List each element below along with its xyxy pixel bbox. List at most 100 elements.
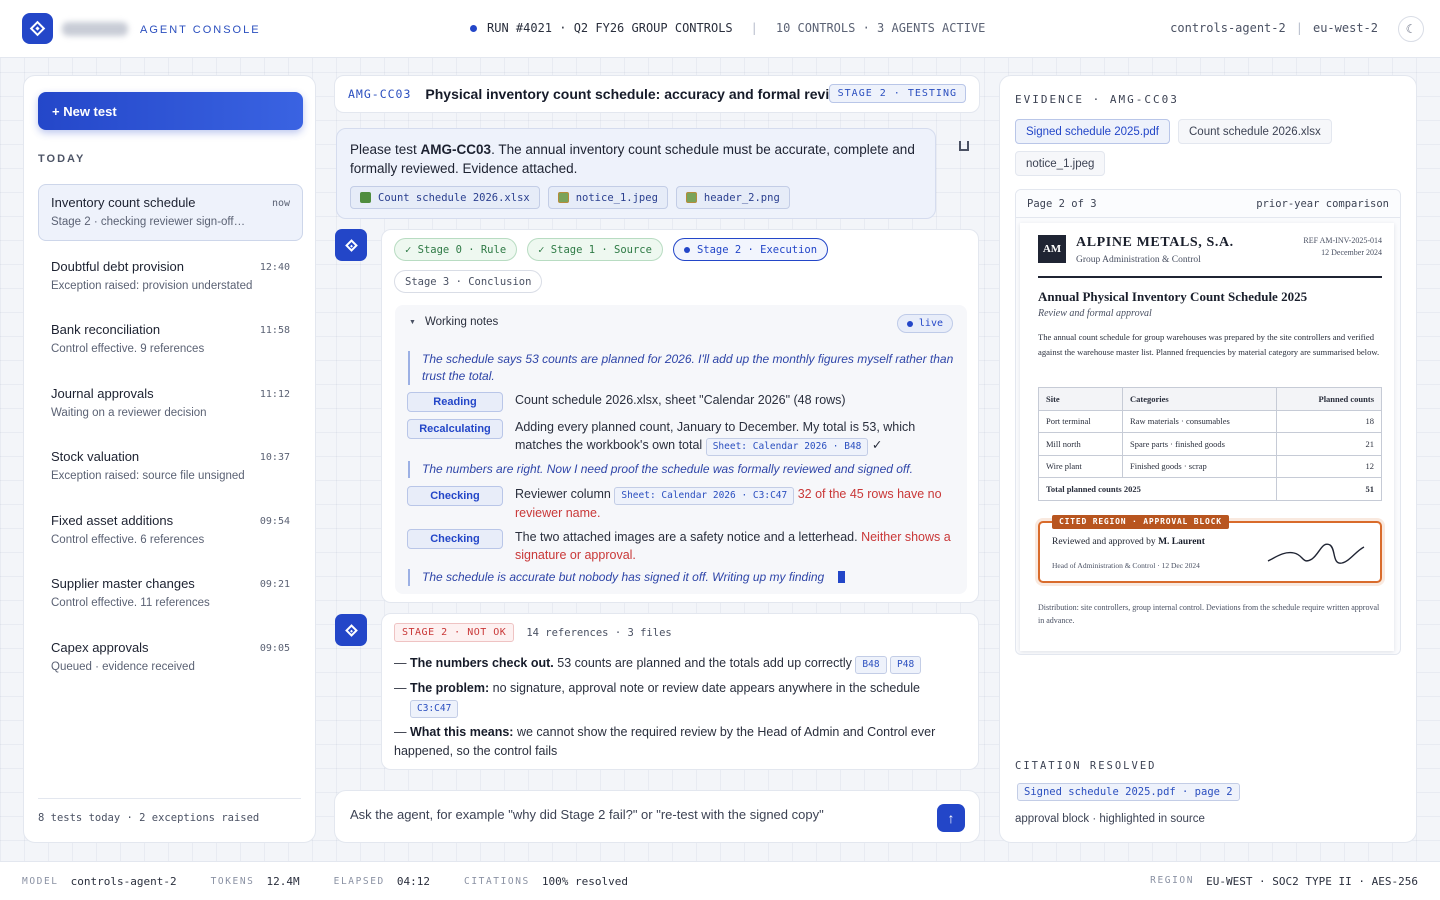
test-item-fixed-asset-additions[interactable]: Fixed asset additions 09:54 Control effe… xyxy=(38,502,303,559)
evidence-tab-signed-schedule[interactable]: Signed schedule 2025.pdf xyxy=(1015,119,1170,144)
footer-key: ELAPSED xyxy=(333,875,385,887)
cell-reference-chip[interactable]: C3:C47 xyxy=(410,700,459,718)
test-status: Stage 2 · checking reviewer sign-off… xyxy=(51,216,246,228)
evidence-tab-notice[interactable]: notice_1.jpeg xyxy=(1015,151,1106,176)
finding-text: no signature, approval note or review da… xyxy=(489,681,920,695)
cell-reference-chip[interactable]: Sheet: Calendar 2026 · B48 xyxy=(705,437,869,456)
approval-statement: Reviewed and approved by M. Laurent xyxy=(1052,537,1205,547)
finding-implication: — What this means: we cannot show the re… xyxy=(394,723,964,761)
header-rule xyxy=(1038,276,1382,278)
working-notes-label: Working notes xyxy=(424,316,499,328)
run-label: RUN #4021 · Q2 FY26 GROUP CONTROLS xyxy=(487,21,733,35)
test-item-stock-valuation[interactable]: Stock valuation 10:37 Exception raised: … xyxy=(38,438,303,495)
citation-note: approval block · highlighted in source xyxy=(1015,813,1205,825)
cited-approval-block[interactable]: CITED REGION · APPROVAL BLOCK Reviewed a… xyxy=(1038,515,1382,583)
cell-reference-chip[interactable]: B48 xyxy=(855,656,887,674)
test-item-bank-reconciliation[interactable]: Bank reconciliation 11:58 Control effect… xyxy=(38,311,303,368)
test-item-inventory-count[interactable]: Inventory count schedule now Stage 2 · c… xyxy=(38,184,303,241)
agent-avatar-icon xyxy=(335,229,367,261)
ask-agent-input[interactable] xyxy=(350,807,910,822)
test-item-capex-approvals[interactable]: Capex approvals 09:05 Queued · evidence … xyxy=(38,629,303,686)
brand-name-redacted xyxy=(62,22,128,36)
column-header: Categories xyxy=(1122,387,1277,411)
evidence-tabs: Signed schedule 2025.pdf Count schedule … xyxy=(1015,119,1395,176)
image-icon xyxy=(685,192,697,203)
step-label: Checking xyxy=(407,529,503,549)
planned-counts-table: Site Categories Planned counts Port term… xyxy=(1038,387,1382,501)
table-cell: Spare parts · finished goods xyxy=(1122,432,1277,456)
brand-subtitle: AGENT CONSOLE xyxy=(140,24,261,36)
stage-pill-source[interactable]: ✓ Stage 1 · Source xyxy=(527,238,663,261)
spreadsheet-icon xyxy=(360,192,371,203)
company-logo: AM xyxy=(1038,235,1066,263)
test-item-supplier-master-changes[interactable]: Supplier master changes 09:21 Control ef… xyxy=(38,565,303,622)
stage-pill-label: Stage 2 · Execution xyxy=(696,243,818,256)
live-label: live xyxy=(918,318,943,329)
new-test-button[interactable]: + New test xyxy=(38,92,303,130)
test-time: now xyxy=(271,198,290,209)
control-code: AMG-CC03 xyxy=(348,87,412,101)
cell-reference-chip[interactable]: Sheet: Calendar 2026 · C3:C47 xyxy=(614,487,795,505)
table-cell: Port terminal xyxy=(1038,409,1123,433)
test-time: 09:05 xyxy=(259,642,290,654)
table-row: Mill north Spare parts · finished goods … xyxy=(1038,432,1382,456)
model-value: controls-agent-2 xyxy=(70,874,177,888)
finding-heading: The numbers check out. xyxy=(409,656,554,670)
test-item-journal-approvals[interactable]: Journal approvals 11:12 Waiting on a rev… xyxy=(38,375,303,432)
test-title: Supplier master changes xyxy=(51,576,195,591)
document-body: The annual count schedule for group ware… xyxy=(1038,332,1380,357)
handwritten-signature xyxy=(1267,543,1365,564)
bullet-dash: — xyxy=(394,725,407,739)
evidence-title: EVIDENCE · AMG-CC03 xyxy=(1015,93,1179,106)
evidence-tab-count-schedule[interactable]: Count schedule 2026.xlsx xyxy=(1178,119,1332,144)
citation-region-tag: CITED REGION · APPROVAL BLOCK xyxy=(1052,515,1229,529)
live-badge: live xyxy=(896,314,953,333)
document-page: AM ALPINE METALS, S.A. Group Administrat… xyxy=(1020,223,1394,651)
finding-problem: — The problem: no signature, approval no… xyxy=(394,679,964,718)
attachment-name: header_2.png xyxy=(703,191,780,204)
test-title: Capex approvals xyxy=(51,639,149,655)
test-item-doubtful-debt[interactable]: Doubtful debt provision 12:40 Exception … xyxy=(38,248,303,305)
test-status: Waiting on a reviewer decision xyxy=(51,406,207,419)
table-cell: 21 xyxy=(1276,432,1382,456)
footer-region: REGION EU-WEST · SOC2 TYPE II · AES-256 xyxy=(1150,875,1418,888)
stage-pill-execution[interactable]: Stage 2 · Execution xyxy=(672,238,829,261)
citation-chip[interactable]: Signed schedule 2025.pdf · page 2 xyxy=(1017,783,1240,801)
cell-reference-chip[interactable]: P48 xyxy=(890,656,922,674)
test-list: Inventory count schedule now Stage 2 · c… xyxy=(38,184,303,692)
working-notes-toggle[interactable]: ▼ Working notes xyxy=(409,316,498,328)
attachment-notice-jpeg[interactable]: notice_1.jpeg xyxy=(547,186,668,209)
table-header-row: Site Categories Planned counts xyxy=(1038,387,1382,411)
environment-info: controls-agent-2 | eu-west-2 xyxy=(1170,21,1378,35)
step-body: The two attached images are a safety not… xyxy=(515,530,858,544)
step-body: Reviewer column xyxy=(515,487,611,501)
test-title: Bank reconciliation xyxy=(51,322,161,337)
test-title: Stock valuation xyxy=(51,449,140,464)
document-toolbar: Page 2 of 3 prior-year comparison xyxy=(1016,190,1400,218)
table-total-row: Total planned counts 2025 51 xyxy=(1038,477,1382,501)
column-header: Planned counts xyxy=(1276,387,1382,411)
reference-number: REF AM-INV-2025-014 xyxy=(1303,236,1382,245)
attachment-header-png[interactable]: header_2.png xyxy=(675,186,790,209)
theme-toggle-moon-icon[interactable]: ☾ xyxy=(1398,16,1424,42)
test-status: Exception raised: provision understated xyxy=(51,279,253,292)
brand-logo-icon xyxy=(22,13,53,44)
attachment-count-schedule-xlsx[interactable]: Count schedule 2026.xlsx xyxy=(350,186,540,209)
message-control-code: AMG-CC03 xyxy=(420,142,492,157)
send-arrow-icon[interactable]: ↑ xyxy=(937,804,965,832)
agent-id: controls-agent-2 xyxy=(1170,21,1286,35)
step-label: Reading xyxy=(407,392,503,412)
test-title: Fixed asset additions xyxy=(51,512,174,528)
test-time: 09:21 xyxy=(259,579,290,590)
stage-pill-conclusion[interactable]: Stage 3 · Conclusion xyxy=(394,270,543,293)
result-meta: STAGE 2 · NOT OK 14 references · 3 files xyxy=(394,623,672,642)
table-cell: 18 xyxy=(1276,409,1382,433)
copy-message-icon[interactable] xyxy=(951,135,977,157)
step-label: Recalculating xyxy=(407,419,503,439)
test-time: 09:54 xyxy=(259,515,290,527)
table-cell: Finished goods · scrap xyxy=(1122,454,1277,478)
collapse-triangle-icon: ▼ xyxy=(409,318,416,326)
step-text: The two attached images are a safety not… xyxy=(515,529,955,564)
control-title: Physical inventory count schedule: accur… xyxy=(425,86,848,102)
stage-pill-rule[interactable]: ✓ Stage 0 · Rule xyxy=(394,238,518,261)
